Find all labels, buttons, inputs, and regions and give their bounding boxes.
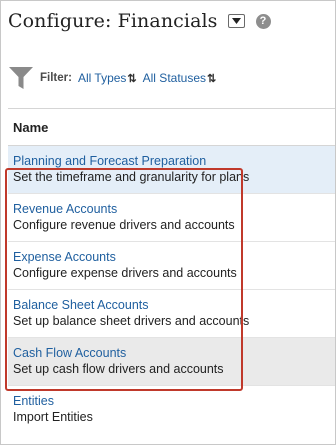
list-item[interactable]: Planning and Forecast Preparation Set th… — [8, 146, 335, 194]
help-icon[interactable]: ? — [255, 13, 271, 29]
list-item[interactable]: Cash Flow Accounts Set up cash flow driv… — [8, 338, 335, 386]
page-title: Configure: Financials — [8, 10, 218, 32]
list-item[interactable]: Revenue Accounts Configure revenue drive… — [8, 194, 335, 242]
task-link[interactable]: Planning and Forecast Preparation — [13, 153, 335, 169]
configure-panel: Configure: Financials ? Filter: All Type… — [0, 0, 336, 445]
task-link[interactable]: Entities — [13, 393, 335, 409]
task-description: Set up cash flow drivers and accounts — [13, 362, 224, 376]
header-divider — [8, 108, 335, 109]
filter-label: Filter: — [40, 72, 72, 84]
column-header-name[interactable]: Name — [13, 120, 48, 135]
task-description: Set the timeframe and granularity for pl… — [13, 170, 250, 184]
list-item[interactable]: Balance Sheet Accounts Set up balance sh… — [8, 290, 335, 338]
task-link[interactable]: Expense Accounts — [13, 249, 335, 265]
filter-types-link[interactable]: All Types — [78, 71, 126, 85]
list-item[interactable]: Entities Import Entities — [8, 386, 335, 434]
task-link[interactable]: Cash Flow Accounts — [13, 345, 335, 361]
title-row: Configure: Financials ? — [8, 10, 271, 32]
filter-bar: Filter: All Types ⇅ All Statuses ⇅ — [9, 67, 222, 89]
task-description: Configure revenue drivers and accounts — [13, 218, 235, 232]
task-link[interactable]: Revenue Accounts — [13, 201, 335, 217]
sort-statuses-icon[interactable]: ⇅ — [207, 72, 216, 85]
task-description: Import Entities — [13, 410, 93, 424]
filter-statuses-link[interactable]: All Statuses — [143, 71, 206, 85]
title-menu-button[interactable] — [227, 14, 245, 28]
triangle-down-icon — [231, 18, 241, 24]
task-link[interactable]: Balance Sheet Accounts — [13, 297, 335, 313]
task-list: Planning and Forecast Preparation Set th… — [8, 146, 335, 434]
task-description: Set up balance sheet drivers and account… — [13, 314, 250, 328]
list-item[interactable]: Expense Accounts Configure expense drive… — [8, 242, 335, 290]
funnel-icon[interactable] — [9, 67, 33, 89]
sort-types-icon[interactable]: ⇅ — [127, 72, 136, 85]
task-description: Configure expense drivers and accounts — [13, 266, 237, 280]
